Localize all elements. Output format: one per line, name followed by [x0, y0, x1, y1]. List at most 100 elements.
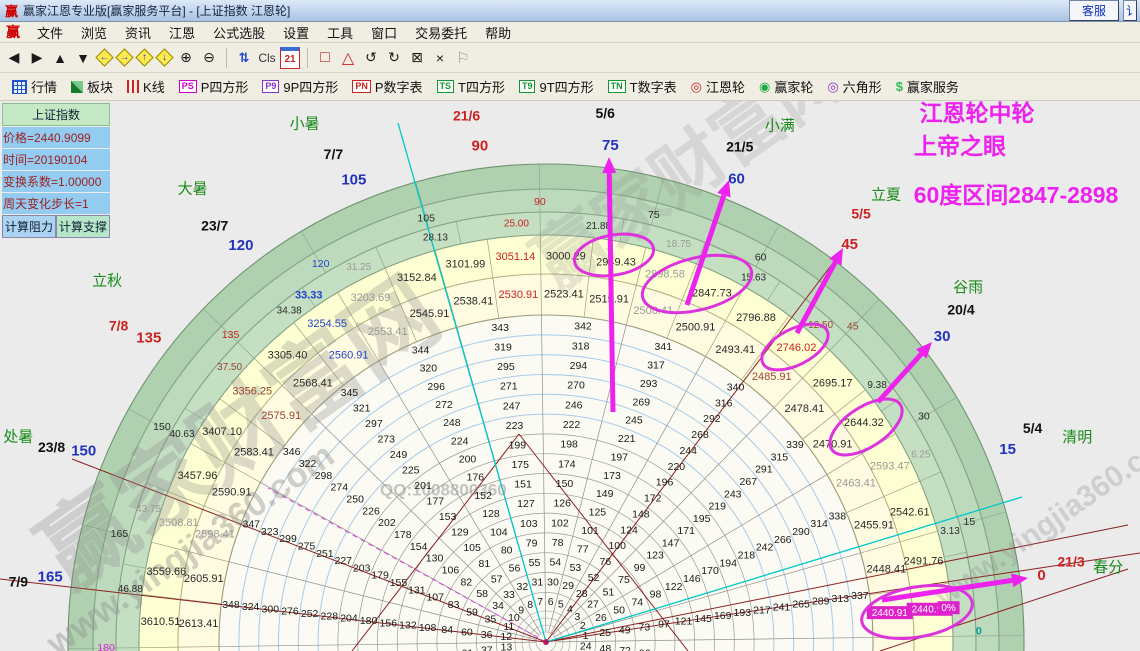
svg-text:348: 348 — [222, 599, 240, 611]
pan-left-icon[interactable]: ← — [96, 49, 113, 66]
t-table-button[interactable]: TN T数字表 — [602, 75, 683, 98]
svg-text:242: 242 — [756, 542, 774, 554]
app-window: { "titlebar":{"title":"赢家江恩专业版[赢家服务平台] -… — [0, 0, 1140, 651]
svg-text:347: 347 — [243, 518, 261, 530]
svg-text:275: 275 — [298, 540, 316, 552]
calc-support-button[interactable]: 计算支撑 — [56, 215, 110, 238]
menu-文件[interactable]: 文件 — [28, 21, 72, 44]
svg-text:2545.91: 2545.91 — [410, 308, 450, 320]
svg-text:273: 273 — [377, 433, 395, 445]
t-square-button[interactable]: TS T四方形 — [431, 75, 511, 98]
menu-设置[interactable]: 设置 — [274, 21, 318, 44]
toolbar-label: T四方形 — [458, 80, 505, 95]
svg-text:82: 82 — [460, 576, 472, 588]
svg-text:220: 220 — [668, 461, 686, 473]
zoom-out-icon[interactable]: ⊖ — [199, 47, 219, 69]
svg-text:103: 103 — [520, 518, 538, 530]
grid-icon — [12, 79, 27, 94]
hexagon-button[interactable]: ◎ 六角形 — [821, 75, 887, 98]
board-icon[interactable]: ⚐ — [453, 47, 473, 69]
svg-text:339: 339 — [786, 439, 804, 451]
svg-text:33.33: 33.33 — [295, 289, 323, 301]
sector-button[interactable]: 板块 — [65, 75, 119, 98]
svg-text:75: 75 — [648, 209, 660, 221]
step-value: 周天变化步长=1 — [2, 193, 110, 214]
svg-text:108: 108 — [419, 622, 437, 634]
pan-right-icon[interactable]: → — [116, 49, 133, 66]
svg-text:145: 145 — [694, 613, 712, 625]
clipped-button[interactable]: 讠 — [1123, 0, 1137, 21]
box-x-icon[interactable]: ⊠ — [407, 47, 427, 69]
menu-资讯[interactable]: 资讯 — [116, 21, 160, 44]
service-button[interactable]: $ 赢家服务 — [890, 75, 965, 98]
svg-text:265: 265 — [792, 599, 810, 611]
menu-浏览[interactable]: 浏览 — [72, 21, 116, 44]
svg-text:34: 34 — [492, 600, 504, 612]
svg-text:318: 318 — [572, 340, 590, 352]
svg-text:315: 315 — [771, 451, 789, 463]
menu-交易委托[interactable]: 交易委托 — [406, 21, 476, 44]
menu-公式选股[interactable]: 公式选股 — [204, 21, 274, 44]
svg-text:40.63: 40.63 — [170, 429, 195, 440]
svg-text:55: 55 — [529, 557, 541, 569]
gann-wheel-button[interactable]: ◎ 江恩轮 — [685, 75, 751, 98]
updown-icon[interactable]: ⇅ — [234, 47, 254, 69]
svg-text:155: 155 — [390, 577, 408, 589]
svg-text:5: 5 — [558, 599, 564, 611]
cls-button[interactable]: Cls — [257, 47, 277, 69]
menu-帮助[interactable]: 帮助 — [476, 21, 520, 44]
prev-page-icon[interactable]: ▲ — [50, 47, 70, 69]
svg-text:271: 271 — [500, 381, 518, 393]
svg-text:135: 135 — [222, 329, 240, 341]
menu-工具[interactable]: 工具 — [318, 21, 362, 44]
calendar-icon[interactable]: 21 — [280, 46, 300, 69]
square-tool-icon[interactable]: □ — [315, 47, 335, 69]
svg-text:30: 30 — [918, 410, 930, 422]
menu-江恩[interactable]: 江恩 — [160, 21, 204, 44]
rotate-cw-icon[interactable]: ↻ — [384, 47, 404, 69]
pan-down-icon[interactable]: ↓ — [156, 49, 173, 66]
gann-wheel-chart[interactable]: 赢家财富网www.yingjia360.com赢家财富网www.yingjia3… — [0, 101, 1140, 651]
svg-text:127: 127 — [517, 498, 535, 510]
svg-text:46.88: 46.88 — [118, 584, 143, 595]
svg-text:223: 223 — [506, 420, 524, 432]
svg-text:30: 30 — [547, 576, 559, 588]
svg-text:320: 320 — [420, 363, 438, 375]
svg-text:247: 247 — [503, 400, 521, 412]
p-table-button[interactable]: PN P数字表 — [346, 75, 428, 98]
svg-text:178: 178 — [394, 529, 412, 541]
svg-text:174: 174 — [558, 458, 576, 470]
9p-square-button[interactable]: P9 9P四方形 — [256, 75, 344, 98]
svg-text:122: 122 — [665, 581, 683, 593]
svg-text:2478.41: 2478.41 — [785, 403, 825, 415]
svg-text:3356.25: 3356.25 — [232, 385, 272, 397]
menu-窗口[interactable]: 窗口 — [362, 21, 406, 44]
p-square-button[interactable]: PS P四方形 — [173, 75, 255, 98]
pan-up-icon[interactable]: ↑ — [136, 49, 153, 66]
kline-button[interactable]: K线 — [121, 75, 171, 98]
quote-button[interactable]: 行情 — [6, 75, 63, 98]
svg-text:74: 74 — [631, 596, 643, 608]
next-page-icon[interactable]: ▼ — [73, 47, 93, 69]
svg-text:60: 60 — [461, 626, 473, 638]
back-icon[interactable]: ◀ — [4, 47, 24, 69]
svg-text:2644.32: 2644.32 — [844, 417, 884, 429]
svg-text:222: 222 — [563, 419, 581, 431]
zoom-in-icon[interactable]: ⊕ — [176, 47, 196, 69]
9t-square-button[interactable]: T9 9T四方形 — [513, 75, 600, 98]
move-icon[interactable]: × — [430, 47, 450, 69]
svg-text:270: 270 — [567, 380, 585, 392]
svg-text:58: 58 — [476, 588, 488, 600]
rotate-ccw-icon[interactable]: ↺ — [361, 47, 381, 69]
badge-icon: TN — [607, 80, 626, 93]
triangle-tool-icon[interactable]: △ — [338, 47, 358, 69]
calc-resistance-button[interactable]: 计算阻力 — [2, 215, 56, 238]
forward-icon[interactable]: ▶ — [27, 47, 47, 69]
svg-text:296: 296 — [427, 381, 445, 393]
svg-text:148: 148 — [632, 508, 650, 520]
customer-service-button[interactable]: 客服 — [1068, 0, 1119, 21]
winner-wheel-button[interactable]: ◉ 赢家轮 — [753, 75, 819, 98]
svg-text:341: 341 — [655, 341, 673, 353]
svg-text:2598.41: 2598.41 — [195, 529, 235, 541]
svg-text:179: 179 — [371, 570, 389, 582]
